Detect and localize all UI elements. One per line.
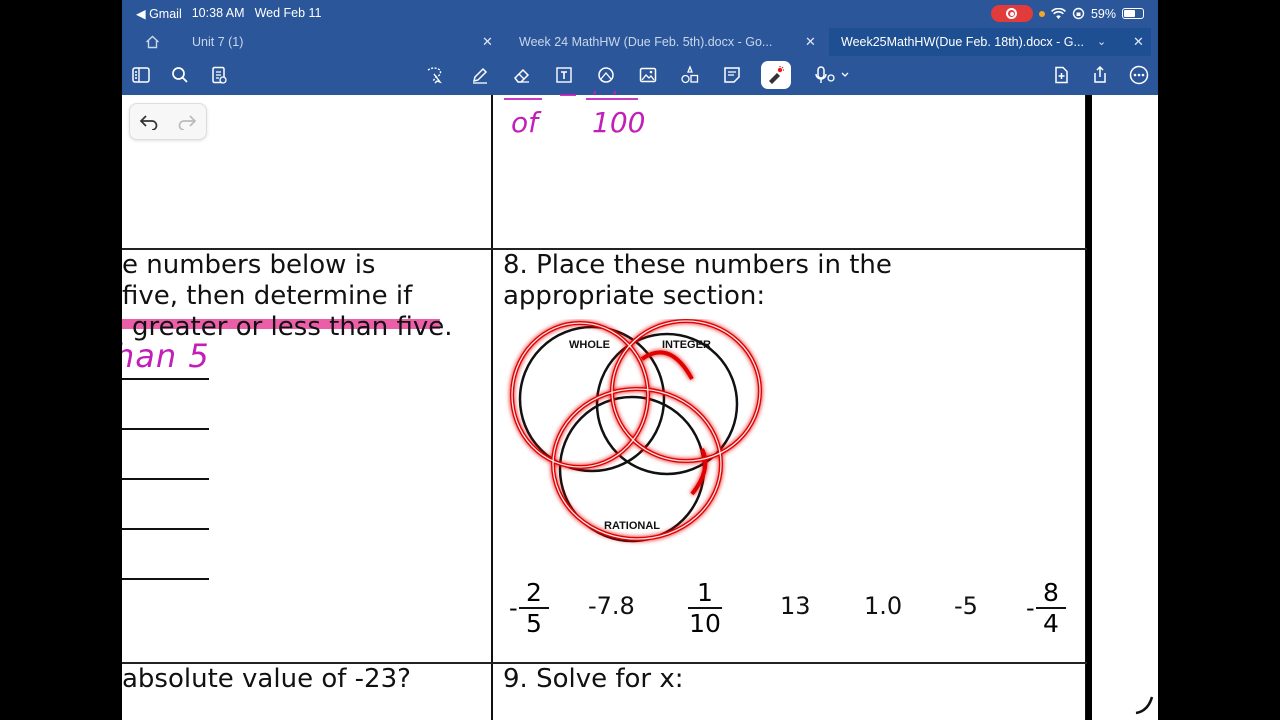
tab-label: Week25MathHW(Due Feb. 18th).docx - G... bbox=[841, 35, 1084, 49]
share-icon[interactable] bbox=[1089, 64, 1111, 86]
wifi-icon bbox=[1051, 7, 1066, 19]
venn-diagram: WHOLE INTEGER RATIONAL bbox=[510, 319, 762, 543]
table-column-divider bbox=[491, 95, 493, 720]
document-view-icon[interactable] bbox=[208, 64, 230, 86]
home-icon[interactable] bbox=[145, 35, 160, 49]
search-icon[interactable] bbox=[169, 64, 191, 86]
tab-week-25-active[interactable]: Week25MathHW(Due Feb. 18th).docx - G... … bbox=[829, 28, 1151, 56]
number-fraction[interactable]: 84 bbox=[1036, 579, 1066, 637]
chevron-down-icon[interactable]: ⌄ bbox=[1097, 28, 1106, 56]
text-box-icon[interactable] bbox=[553, 64, 575, 86]
main-toolbar bbox=[122, 56, 1158, 95]
document-tab-bar: Unit 7 (1) ✕ Week 24 MathHW (Due Feb. 5t… bbox=[122, 28, 1158, 56]
answer-blank[interactable] bbox=[122, 478, 209, 480]
status-date: Wed Feb 11 bbox=[254, 6, 322, 20]
fraction-numerator: 8 bbox=[1043, 578, 1059, 607]
tab-label: Week 24 MathHW (Due Feb. 5th).docx - Go.… bbox=[519, 35, 773, 49]
document-page[interactable]: of 100 e numbers below is five, then det… bbox=[122, 91, 1158, 720]
question-absolute-value: absolute value of -23? bbox=[122, 664, 411, 694]
handwritten-denominator: 100 bbox=[592, 106, 646, 139]
venn-label-integer: INTEGER bbox=[662, 339, 711, 351]
fraction-denominator: 5 bbox=[526, 609, 542, 638]
tab-unit-7[interactable]: Unit 7 (1) ✕ bbox=[192, 28, 498, 56]
q8-line: appropriate section: bbox=[503, 281, 766, 311]
handwritten-answer: han 5 bbox=[122, 337, 210, 375]
undo-redo-panel bbox=[129, 103, 207, 140]
q8-line: 8. Place these numbers in the bbox=[503, 250, 892, 280]
status-bar: ◀ Gmail 10:38 AM Wed Feb 11 59% bbox=[122, 0, 1158, 28]
close-icon[interactable]: ✕ bbox=[482, 28, 493, 56]
sticky-note-icon[interactable] bbox=[721, 64, 743, 86]
fraction-numerator: 1 bbox=[697, 578, 713, 607]
answer-blank[interactable] bbox=[122, 528, 209, 530]
status-time: 10:38 AM bbox=[191, 6, 245, 20]
add-page-icon[interactable] bbox=[1050, 64, 1072, 86]
venn-label-whole: WHOLE bbox=[569, 339, 610, 351]
undo-icon[interactable] bbox=[139, 114, 159, 130]
eraser-icon[interactable] bbox=[511, 64, 533, 86]
redo-icon[interactable] bbox=[177, 114, 197, 130]
answer-blank[interactable] bbox=[122, 378, 209, 380]
shapes-icon[interactable] bbox=[595, 64, 617, 86]
lasso-icon[interactable] bbox=[423, 64, 445, 86]
fraction-denominator: 10 bbox=[689, 609, 721, 638]
fraction-numerator: 2 bbox=[526, 578, 542, 607]
laser-pointer-icon[interactable] bbox=[761, 61, 791, 89]
number-fraction[interactable]: 1 10 bbox=[688, 579, 722, 637]
question-9: 9. Solve for x: bbox=[503, 664, 684, 694]
answer-blank[interactable] bbox=[122, 578, 209, 580]
battery-percent: 59% bbox=[1090, 6, 1116, 21]
orientation-lock-icon bbox=[1072, 7, 1085, 20]
close-icon[interactable]: ✕ bbox=[1133, 28, 1144, 56]
battery-icon bbox=[1122, 8, 1144, 19]
sidebar-icon[interactable] bbox=[130, 64, 152, 86]
number-item[interactable]: -7.8 bbox=[588, 592, 635, 620]
tab-week-24[interactable]: Week 24 MathHW (Due Feb. 5th).docx - Go.… bbox=[519, 28, 819, 56]
back-to-app-link[interactable]: ◀ Gmail bbox=[136, 6, 182, 21]
pen-icon[interactable] bbox=[469, 64, 491, 86]
more-icon[interactable] bbox=[1128, 64, 1150, 86]
screen-recording-icon[interactable] bbox=[990, 5, 1033, 22]
handwritten-numerator: of bbox=[511, 106, 538, 139]
number-item[interactable]: -5 bbox=[954, 592, 978, 620]
venn-label-rational: RATIONAL bbox=[604, 520, 660, 532]
stickers-icon[interactable] bbox=[679, 64, 701, 86]
number-sign: - bbox=[509, 594, 518, 622]
fraction-denominator: 4 bbox=[1043, 609, 1059, 638]
page-edge bbox=[1086, 95, 1092, 720]
number-item[interactable]: 1.0 bbox=[864, 592, 902, 620]
microphone-icon[interactable] bbox=[814, 64, 854, 86]
number-fraction[interactable]: 25 bbox=[519, 579, 549, 637]
privacy-indicator-icon bbox=[1038, 10, 1045, 17]
q7-line: five, then determine if bbox=[122, 281, 413, 311]
ipad-screen: ◀ Gmail 10:38 AM Wed Feb 11 59% Unit 7 (… bbox=[122, 0, 1158, 720]
tab-label: Unit 7 (1) bbox=[192, 35, 244, 49]
q7-line: e numbers below is bbox=[122, 250, 376, 280]
number-sign: - bbox=[1026, 594, 1035, 622]
close-icon[interactable]: ✕ bbox=[805, 28, 816, 56]
number-item[interactable]: 13 bbox=[780, 592, 811, 620]
image-icon[interactable] bbox=[637, 64, 659, 86]
answer-blank[interactable] bbox=[122, 428, 209, 430]
scroll-indicator-icon[interactable] bbox=[1132, 693, 1156, 717]
